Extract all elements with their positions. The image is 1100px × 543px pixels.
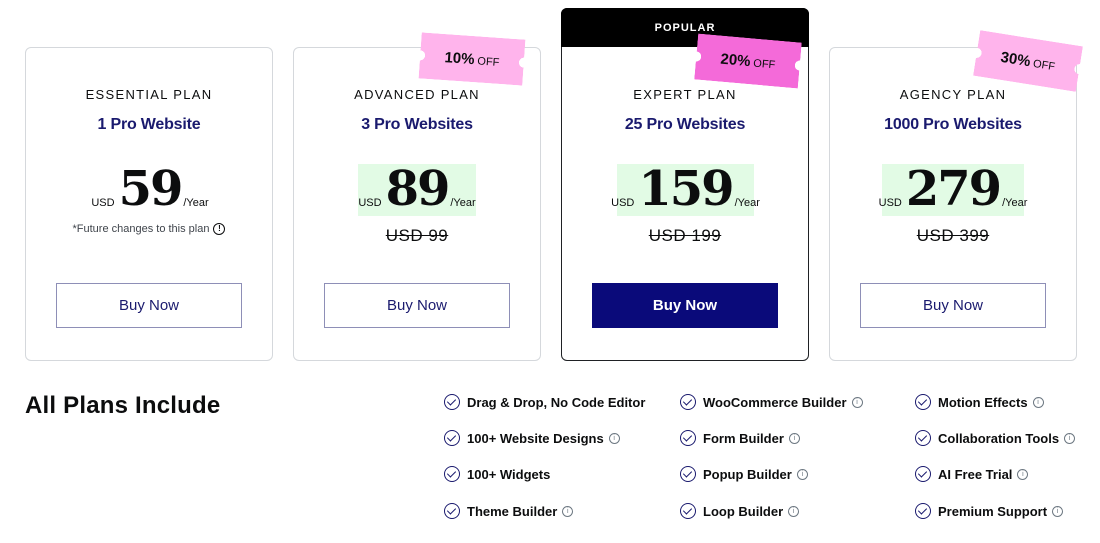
check-circle-icon bbox=[444, 466, 460, 482]
check-circle-icon bbox=[915, 466, 931, 482]
price-currency: USD bbox=[91, 197, 115, 209]
feature-item: 100+ Website Designs i bbox=[444, 427, 620, 449]
price-currency: USD bbox=[611, 197, 635, 209]
feature-item: Drag & Drop, No Code Editor bbox=[444, 391, 645, 413]
info-circle-icon[interactable]: i bbox=[1032, 396, 1044, 408]
feature-item: Theme Builder i bbox=[444, 500, 574, 522]
features-list: Drag & Drop, No Code Editor 100+ Website… bbox=[444, 390, 1094, 530]
info-circle-icon[interactable]: i bbox=[1052, 505, 1064, 517]
feature-item: Collaboration Tools i bbox=[915, 427, 1076, 449]
discount-ribbon-advanced: 10% OFF bbox=[418, 32, 526, 86]
feature-item: Motion Effects i bbox=[915, 391, 1044, 413]
price-box: USD 59 /Year bbox=[91, 161, 209, 217]
plan-sites: 25 Pro Websites bbox=[624, 116, 746, 133]
discount-ribbon-expert: 20% OFF bbox=[694, 33, 802, 89]
discount-off: OFF bbox=[476, 55, 500, 69]
price-amount: 279 bbox=[905, 161, 1002, 217]
feature-label: AI Free Trial bbox=[938, 466, 1013, 482]
future-changes-text: *Future changes to this plan bbox=[72, 223, 210, 235]
plan-name: ESSENTIAL PLAN bbox=[85, 87, 213, 102]
check-circle-icon bbox=[680, 466, 696, 482]
plan-sites: 3 Pro Websites bbox=[361, 116, 473, 133]
old-price: USD 99 bbox=[385, 226, 449, 245]
feature-item: 100+ Widgets bbox=[444, 463, 550, 485]
price-period: /Year bbox=[183, 197, 209, 209]
price-amount: 59 bbox=[118, 161, 184, 217]
discount-percent: 20% bbox=[719, 50, 752, 70]
info-circle-icon[interactable]: i bbox=[851, 396, 863, 408]
price-box: USD 279 /Year bbox=[878, 161, 1028, 217]
feature-label: Motion Effects bbox=[938, 394, 1028, 410]
price-box: USD 159 /Year bbox=[611, 161, 760, 217]
feature-label: Premium Support bbox=[938, 503, 1048, 519]
check-circle-icon bbox=[680, 503, 696, 519]
plan-card-essential: ESSENTIAL PLAN 1 Pro Website USD 59 /Yea… bbox=[25, 47, 273, 361]
old-price: USD 399 bbox=[916, 226, 990, 245]
plan-name: AGENCY PLAN bbox=[899, 87, 1007, 102]
info-circle-icon[interactable]: i bbox=[788, 432, 800, 444]
price-period: /Year bbox=[450, 197, 476, 209]
feature-label: WooCommerce Builder bbox=[703, 394, 847, 410]
price-box: USD 89 /Year bbox=[358, 164, 476, 216]
feature-label: Theme Builder bbox=[467, 503, 558, 519]
price-amount: 159 bbox=[638, 161, 734, 217]
check-circle-icon bbox=[680, 394, 696, 410]
feature-label: 100+ Website Designs bbox=[467, 430, 604, 446]
feature-item: Form Builder i bbox=[680, 427, 800, 449]
price-amount: 89 bbox=[385, 161, 451, 217]
future-changes-note: *Future changes to this plan ! bbox=[26, 223, 272, 235]
buy-now-button-essential[interactable]: Buy Now bbox=[56, 283, 242, 328]
check-circle-icon bbox=[915, 503, 931, 519]
feature-item: AI Free Trial i bbox=[915, 463, 1029, 485]
plan-card-agency: AGENCY PLAN 1000 Pro Websites USD 279 /Y… bbox=[829, 47, 1077, 361]
check-circle-icon bbox=[444, 430, 460, 446]
plan-sites: 1 Pro Website bbox=[97, 116, 201, 133]
feature-item: Loop Builder i bbox=[680, 500, 800, 522]
old-price: USD 199 bbox=[648, 226, 722, 245]
check-circle-icon bbox=[915, 394, 931, 410]
info-icon[interactable]: ! bbox=[213, 223, 226, 235]
price-currency: USD bbox=[358, 197, 382, 209]
info-circle-icon[interactable]: i bbox=[788, 505, 800, 517]
buy-now-button-agency[interactable]: Buy Now bbox=[860, 283, 1046, 328]
plan-card-advanced: ADVANCED PLAN 3 Pro Websites USD 89 /Yea… bbox=[293, 47, 541, 361]
discount-percent: 10% bbox=[443, 48, 476, 68]
feature-label: Form Builder bbox=[703, 430, 784, 446]
feature-item: Popup Builder i bbox=[680, 463, 808, 485]
feature-item: WooCommerce Builder i bbox=[680, 391, 863, 413]
check-circle-icon bbox=[680, 430, 696, 446]
feature-label: Drag & Drop, No Code Editor bbox=[467, 394, 646, 410]
check-circle-icon bbox=[444, 503, 460, 519]
info-circle-icon[interactable]: i bbox=[562, 505, 574, 517]
buy-now-button-advanced[interactable]: Buy Now bbox=[324, 283, 510, 328]
price-currency: USD bbox=[878, 197, 902, 209]
feature-label: Popup Builder bbox=[703, 466, 792, 482]
feature-label: Collaboration Tools bbox=[938, 430, 1060, 446]
feature-label: 100+ Widgets bbox=[467, 466, 551, 482]
all-plans-include-title: All Plans Include bbox=[25, 392, 221, 419]
info-circle-icon[interactable]: i bbox=[796, 468, 808, 480]
price-period: /Year bbox=[1002, 197, 1028, 209]
price-period: /Year bbox=[734, 197, 760, 209]
discount-percent: 30% bbox=[999, 48, 1032, 70]
pricing-plans: ESSENTIAL PLAN 1 Pro Website USD 59 /Yea… bbox=[0, 0, 1100, 370]
feature-label: Loop Builder bbox=[703, 503, 784, 519]
discount-off: OFF bbox=[752, 57, 776, 72]
feature-item: Premium Support i bbox=[915, 500, 1064, 522]
info-circle-icon[interactable]: i bbox=[1064, 432, 1076, 444]
discount-off: OFF bbox=[1032, 57, 1056, 74]
plan-name: ADVANCED PLAN bbox=[354, 87, 480, 102]
check-circle-icon bbox=[915, 430, 931, 446]
info-circle-icon[interactable]: i bbox=[608, 432, 620, 444]
info-circle-icon[interactable]: i bbox=[1017, 468, 1029, 480]
plan-name: EXPERT PLAN bbox=[633, 87, 737, 102]
buy-now-button-expert[interactable]: Buy Now bbox=[592, 283, 778, 328]
plan-sites: 1000 Pro Websites bbox=[884, 116, 1022, 133]
check-circle-icon bbox=[444, 394, 460, 410]
